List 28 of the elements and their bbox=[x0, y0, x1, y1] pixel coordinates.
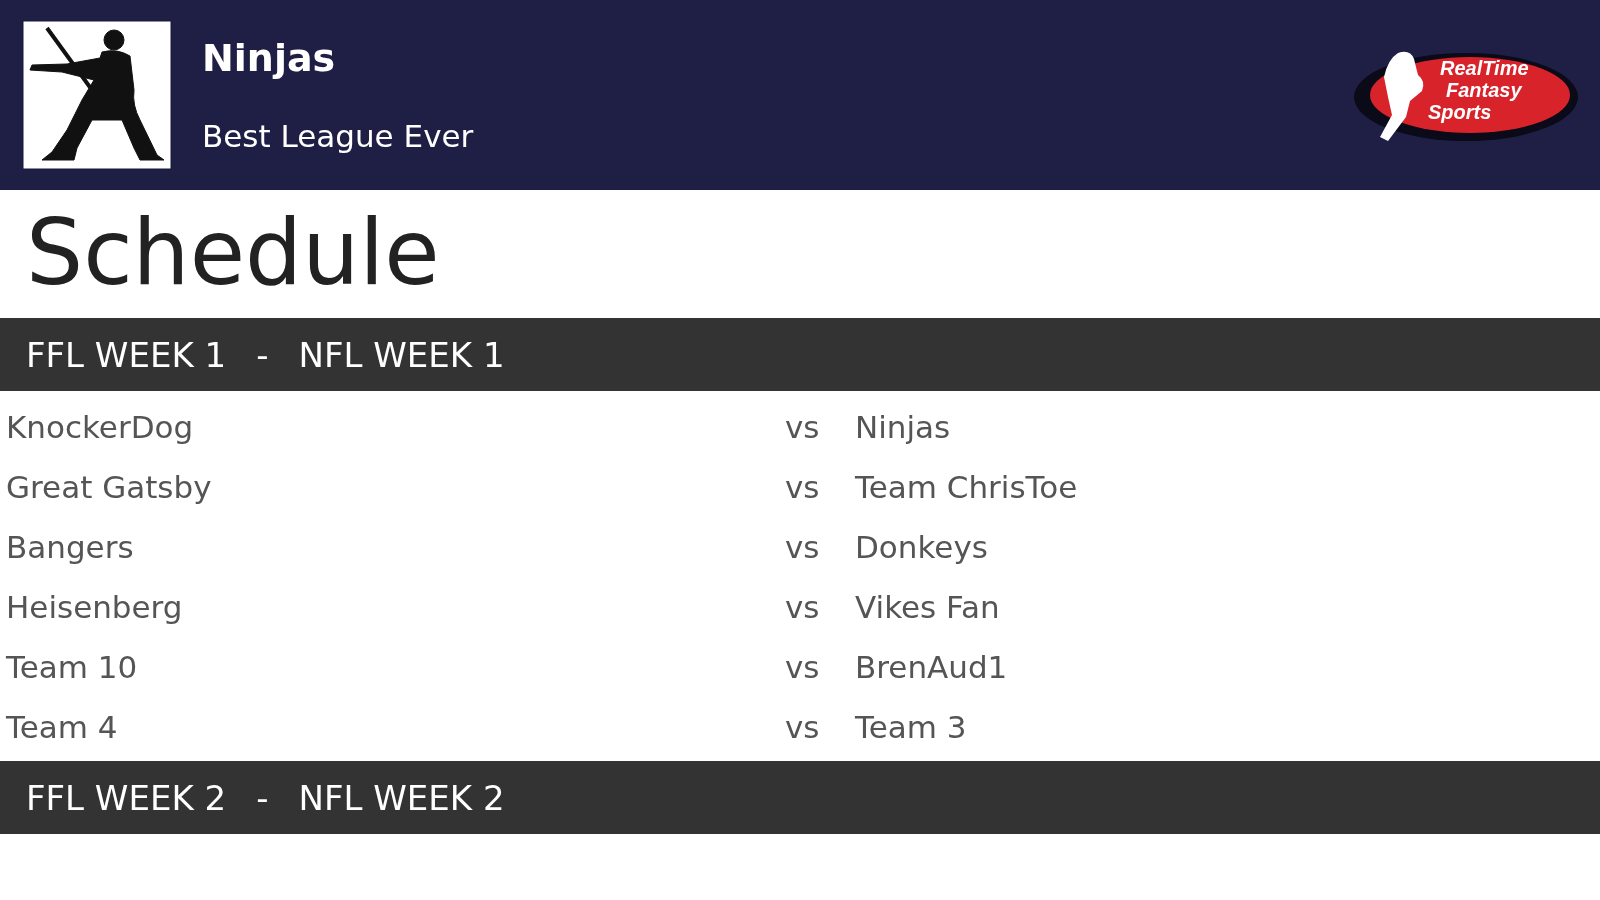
vs-label: vs bbox=[785, 529, 821, 565]
separator: - bbox=[256, 777, 269, 818]
team-name: Vikes Fan bbox=[855, 589, 1000, 625]
team-name: Donkeys bbox=[855, 529, 988, 565]
nfl-week: NFL WEEK 2 bbox=[298, 777, 505, 818]
team-name: Team 4 bbox=[5, 709, 119, 745]
team-name: BrenAud1 bbox=[855, 649, 1008, 685]
vs-label: vs bbox=[785, 649, 821, 685]
team-name: Team ChrisToe bbox=[855, 469, 1078, 505]
team-name: Team 3 bbox=[855, 709, 967, 745]
team-name: Ninjas bbox=[855, 409, 951, 445]
nfl-week: NFL WEEK 1 bbox=[298, 334, 505, 375]
ffl-week: FFL WEEK 2 bbox=[26, 777, 227, 818]
team-name: Ninjas bbox=[202, 36, 337, 80]
vs-label: vs bbox=[785, 709, 821, 745]
vs-label: vs bbox=[785, 409, 821, 445]
separator: - bbox=[256, 334, 269, 375]
team-name: Heisenberg bbox=[5, 589, 184, 625]
fighter-icon bbox=[22, 20, 172, 170]
team-name: KnockerDog bbox=[5, 409, 195, 445]
page-title: Schedule bbox=[25, 199, 441, 307]
vs-label: vs bbox=[785, 589, 821, 625]
team-name: Bangers bbox=[5, 529, 135, 565]
vs-label: vs bbox=[785, 469, 821, 505]
league-name: Best League Ever bbox=[202, 118, 475, 154]
team-name: Great Gatsby bbox=[5, 469, 213, 505]
ffl-week: FFL WEEK 1 bbox=[26, 334, 227, 375]
team-name: Team 10 bbox=[5, 649, 139, 685]
